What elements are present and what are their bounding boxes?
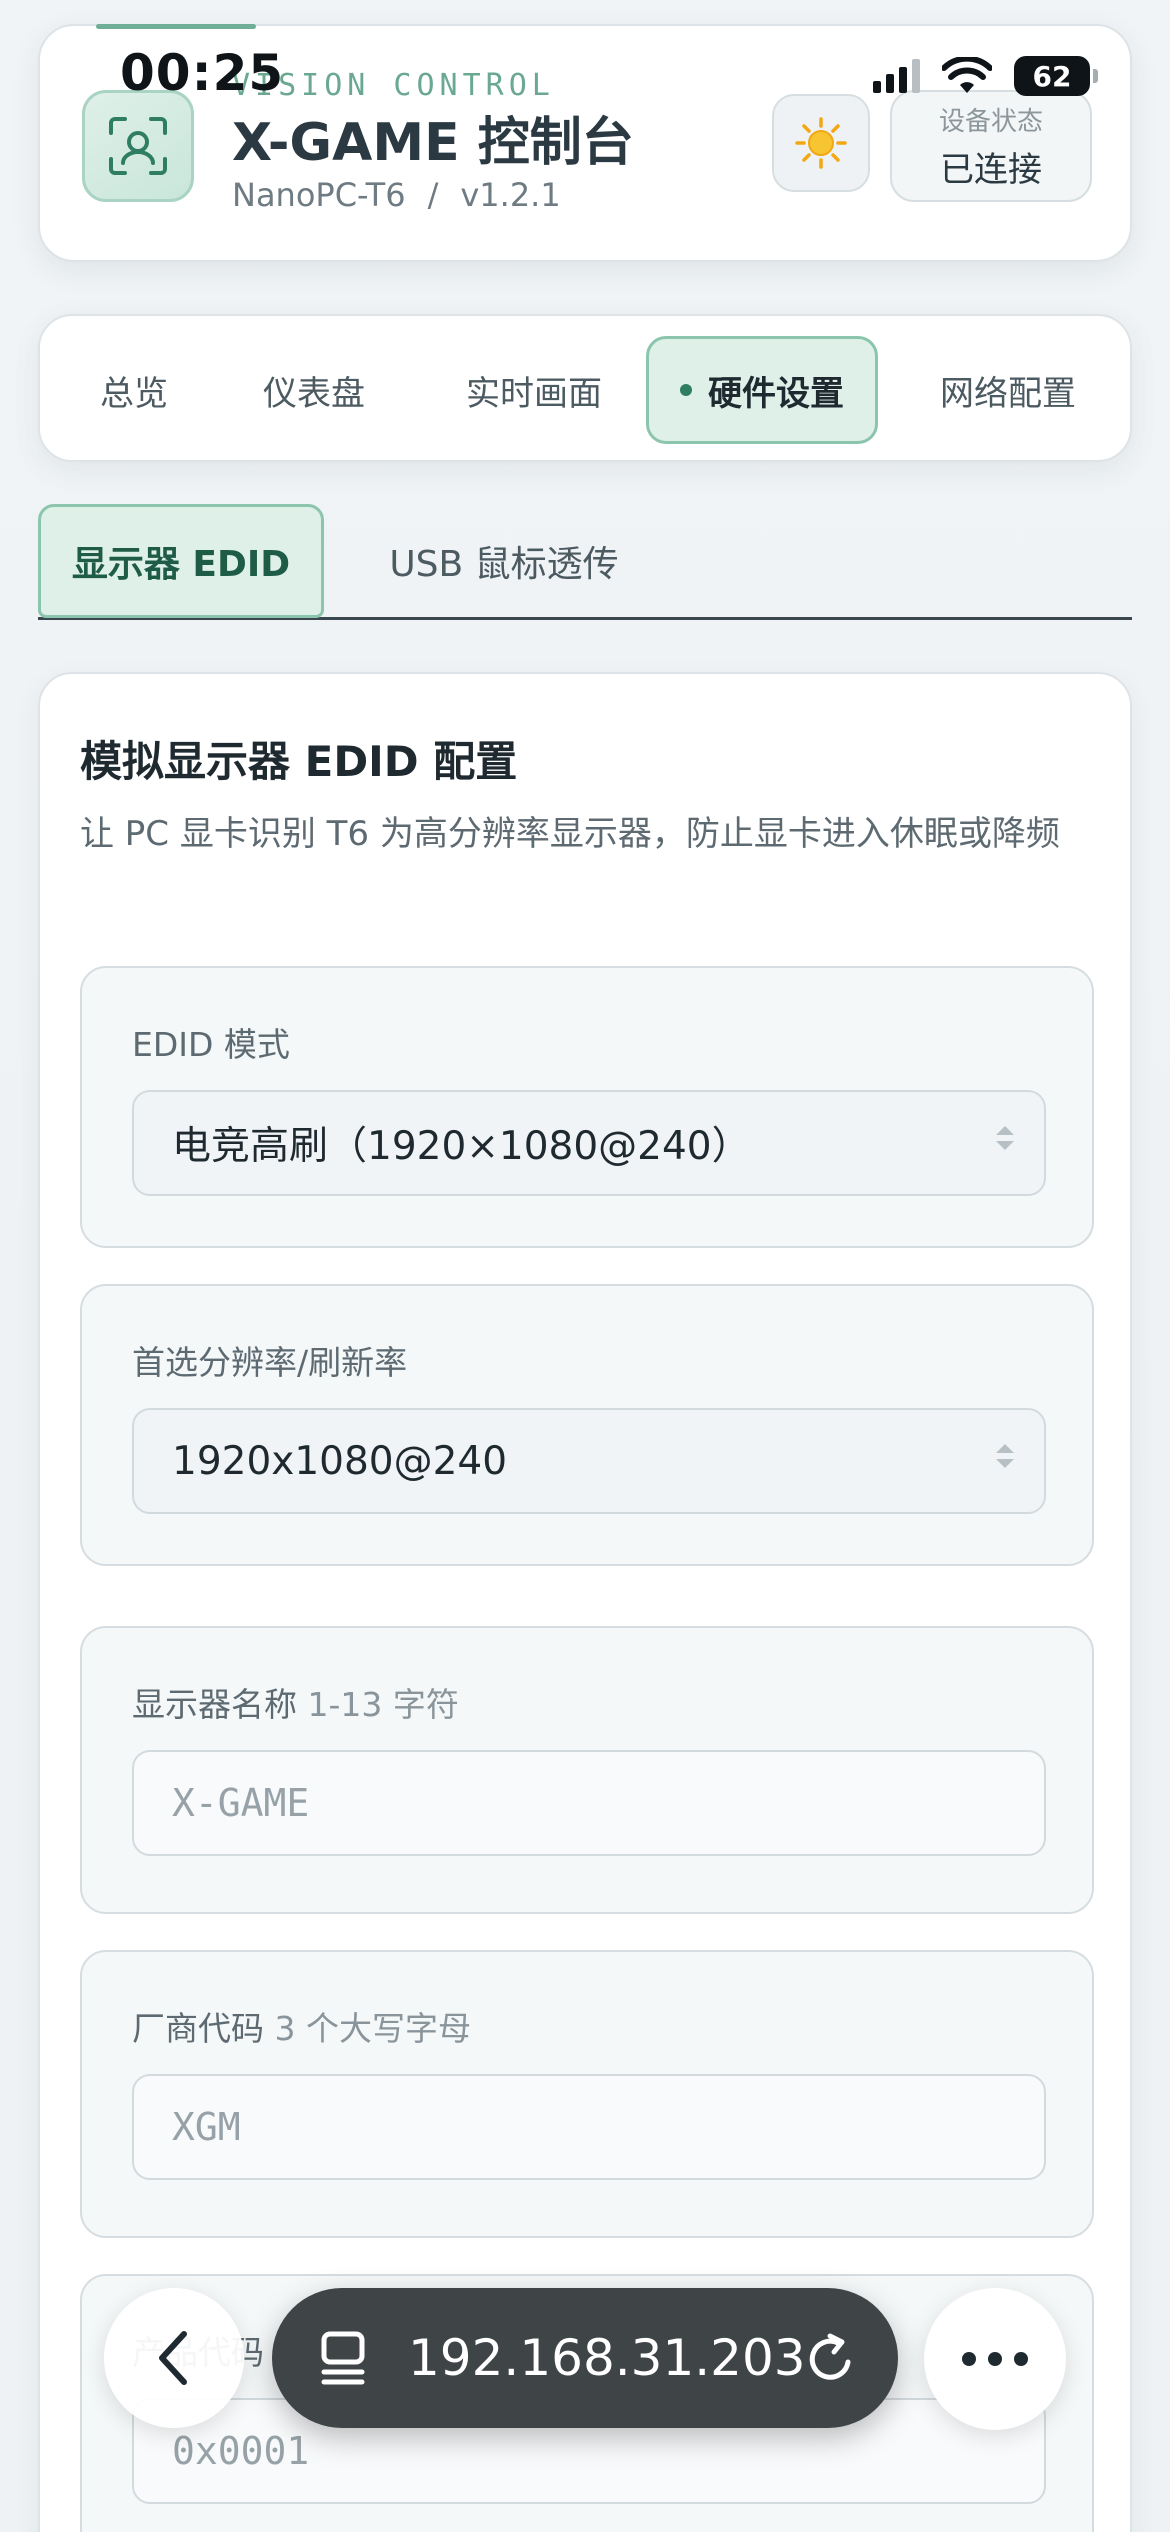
subtab-monitor-edid[interactable]: 显示器 EDID: [38, 504, 324, 618]
subtab-label: USB 鼠标透传: [389, 544, 619, 585]
resolution-value: 1920x1080@240: [172, 1438, 508, 1484]
page-menu-icon: [321, 2331, 365, 2385]
resolution-select[interactable]: 1920x1080@240: [132, 1408, 1046, 1514]
battery-icon: 62: [1014, 56, 1098, 96]
section-title: 模拟显示器 EDID 配置: [80, 737, 518, 786]
reload-icon[interactable]: [804, 2332, 858, 2386]
device-status-value: 已连接: [940, 150, 1042, 190]
vendor-code-input[interactable]: [132, 2074, 1046, 2180]
tab-label: 网络配置: [940, 373, 1076, 414]
tab-label: 实时画面: [466, 373, 602, 414]
app-logo: [82, 90, 194, 202]
page: 00:25 62 VISION CONTROL X-GAME 控制台 NanoP…: [0, 0, 1170, 2532]
more-dot: [988, 2352, 1002, 2366]
device-info: NanoPC-T6 / v1.2.1: [232, 176, 561, 214]
browser-url: 192.168.31.203: [408, 2329, 806, 2387]
monitor-name-label: 显示器名称 1-13 字符: [132, 1678, 459, 1726]
tab-label: 仪表盘: [263, 373, 365, 414]
tab-dashboard[interactable]: 仪表盘: [236, 336, 392, 444]
more-dot: [962, 2352, 976, 2366]
edid-mode-value: 电竞高刷（1920×1080@240）: [172, 1124, 751, 1169]
device-separator: /: [427, 176, 439, 214]
sun-icon: [795, 117, 847, 169]
cellular-signal-icon: [873, 59, 920, 93]
monitor-name-field: 显示器名称 1-13 字符: [80, 1626, 1094, 1914]
status-icons: 62: [873, 56, 1098, 96]
tab-overview[interactable]: 总览: [74, 336, 194, 444]
monitor-name-input[interactable]: [132, 1750, 1046, 1856]
browser-back-button[interactable]: [104, 2288, 244, 2428]
edid-mode-select[interactable]: 电竞高刷（1920×1080@240）: [132, 1090, 1046, 1196]
wifi-icon: [942, 57, 992, 93]
section-description: 让 PC 显卡识别 T6 为高分辨率显示器，防止显卡进入休眠或降频: [80, 814, 1060, 854]
active-dot-icon: [680, 384, 692, 396]
app-title: X-GAME 控制台: [232, 113, 634, 173]
vendor-code-label-text: 厂商代码: [132, 2009, 264, 2048]
resolution-field: 首选分辨率/刷新率 1920x1080@240: [80, 1284, 1094, 1566]
device-name: NanoPC-T6: [232, 176, 406, 214]
edid-mode-label: EDID 模式: [132, 1025, 290, 1064]
vendor-code-label: 厂商代码 3 个大写字母: [132, 2002, 471, 2050]
firmware-version: v1.2.1: [460, 176, 561, 214]
tab-live-view[interactable]: 实时画面: [434, 336, 634, 444]
vendor-code-field: 厂商代码 3 个大写字母: [80, 1950, 1094, 2238]
device-status-badge: 设备状态 已连接: [890, 90, 1092, 202]
header-accent-line: [96, 24, 256, 29]
status-time: 00:25: [120, 44, 285, 102]
monitor-name-label-text: 显示器名称: [132, 1685, 297, 1724]
scan-target-icon: [109, 117, 167, 175]
tab-hardware-settings[interactable]: 硬件设置: [646, 336, 878, 444]
chevron-left-icon: [159, 2331, 187, 2385]
theme-toggle-button[interactable]: [772, 94, 870, 192]
main-nav: 总览 仪表盘 实时画面 硬件设置 网络配置: [38, 314, 1132, 462]
select-chevron-icon: [996, 1444, 1014, 1468]
tab-label: 总览: [100, 373, 168, 414]
subtab-usb-mouse-passthrough[interactable]: USB 鼠标透传: [354, 504, 654, 618]
tab-label: 硬件设置: [708, 373, 844, 414]
monitor-name-hint: 1-13 字符: [307, 1685, 459, 1724]
browser-address-bar[interactable]: 192.168.31.203: [272, 2288, 898, 2428]
device-status-label: 设备状态: [938, 107, 1043, 137]
edid-config-panel: 模拟显示器 EDID 配置 让 PC 显卡识别 T6 为高分辨率显示器，防止显卡…: [38, 672, 1132, 2532]
select-chevron-icon: [996, 1126, 1014, 1150]
vendor-code-hint: 3 个大写字母: [274, 2009, 472, 2048]
resolution-label: 首选分辨率/刷新率: [132, 1343, 408, 1382]
edid-mode-field: EDID 模式 电竞高刷（1920×1080@240）: [80, 966, 1094, 1248]
subtab-label: 显示器 EDID: [71, 544, 291, 585]
more-dot: [1014, 2352, 1028, 2366]
tab-network-config[interactable]: 网络配置: [908, 336, 1108, 444]
browser-more-button[interactable]: [924, 2288, 1066, 2430]
hardware-sub-tabs: 显示器 EDID USB 鼠标透传: [38, 504, 1132, 620]
